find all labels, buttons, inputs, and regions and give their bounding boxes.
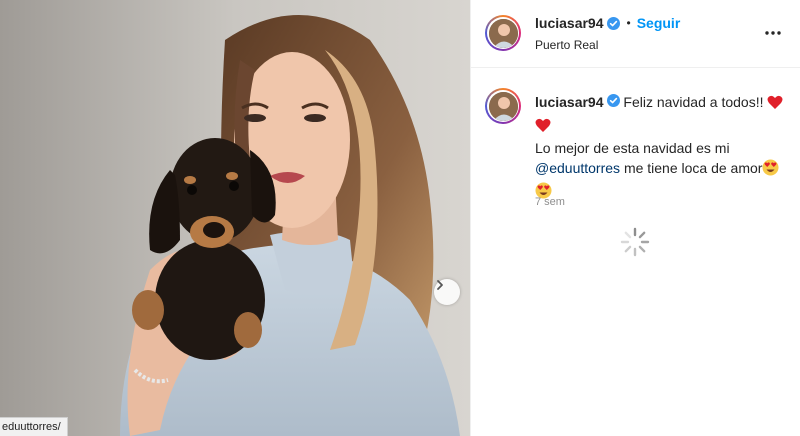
post-header: luciasar94 • Seguir Puerto Real <box>471 0 800 68</box>
caption-avatar[interactable] <box>485 88 521 124</box>
more-options-button[interactable] <box>761 24 785 42</box>
follow-button[interactable]: Seguir <box>637 15 681 31</box>
author-avatar[interactable] <box>485 15 521 51</box>
next-photo-button[interactable] <box>434 279 460 305</box>
caption-username[interactable]: luciasar94 <box>535 94 604 110</box>
browser-status-url: eduuttorres/ <box>0 417 68 436</box>
chevron-right-icon <box>437 280 443 290</box>
avatar-image <box>488 18 518 48</box>
caption-line-1: Feliz navidad a todos!! <box>623 94 764 110</box>
post-location[interactable]: Puerto Real <box>535 38 598 52</box>
mention-link[interactable]: @eduuttorres <box>535 160 620 176</box>
heart-eyes-emoji-icon <box>762 159 779 181</box>
instagram-post-modal: eduuttorres/ luciasar94 • Seguir Puerto … <box>0 0 800 436</box>
post-sidebar: luciasar94 • Seguir Puerto Real luciasar… <box>470 0 800 436</box>
verified-badge-icon <box>606 94 620 107</box>
caption-line-3: me tiene loca de amor <box>623 160 763 176</box>
separator-dot: • <box>626 16 631 30</box>
loading-spinner-icon <box>619 226 651 258</box>
avatar-image <box>488 91 518 121</box>
verified-badge-icon <box>606 16 620 30</box>
post-photo[interactable]: eduuttorres/ <box>0 0 470 436</box>
more-options-icon <box>765 31 781 35</box>
post-timestamp[interactable]: 7 sem <box>535 196 565 208</box>
author-username[interactable]: luciasar94 <box>535 15 604 31</box>
red-heart-emoji-icon <box>767 95 783 115</box>
caption-text: luciasar94 Feliz navidad a todos!! Lo me… <box>535 92 785 204</box>
caption-line-2: Lo mejor de esta navidad es mi <box>535 140 730 156</box>
red-heart-emoji-icon <box>535 118 551 138</box>
photo-illustration <box>0 0 470 436</box>
author-row: luciasar94 • Seguir <box>535 15 680 31</box>
